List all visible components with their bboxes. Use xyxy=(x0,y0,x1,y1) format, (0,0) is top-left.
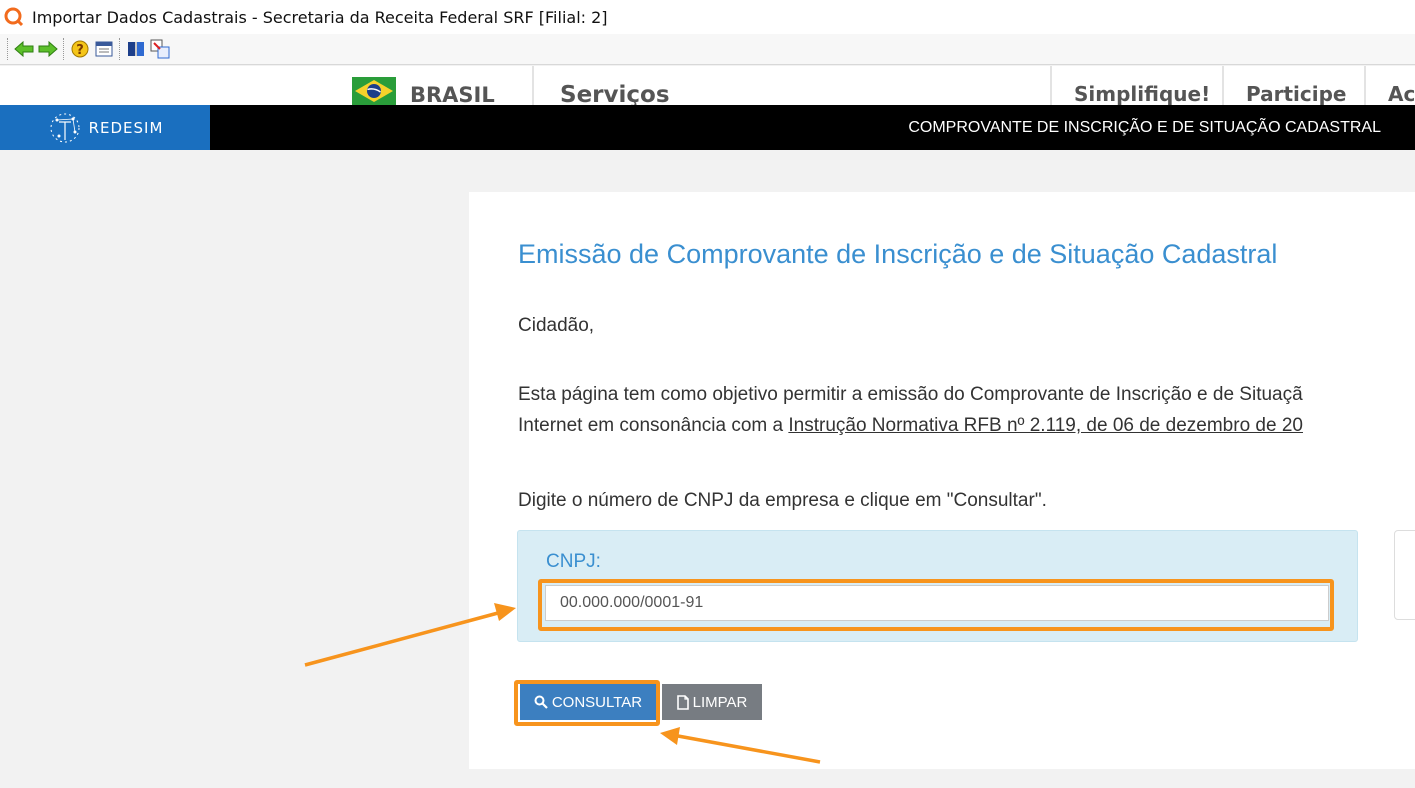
divider xyxy=(1364,66,1366,105)
instruction-text: Digite o número de CNPJ da empresa e cli… xyxy=(518,490,1047,511)
brasil-label: BRASIL xyxy=(410,83,495,105)
description-prefix: Internet em consonância com a xyxy=(518,415,789,436)
instrucao-normativa-link[interactable]: Instrução Normativa RFB nº 2.119, de 06 … xyxy=(788,415,1303,436)
simplifique-label: Simplifique! xyxy=(1074,82,1211,105)
book-icon[interactable] xyxy=(124,37,148,61)
participe-link[interactable]: Participe xyxy=(1246,66,1347,105)
calendar-icon[interactable] xyxy=(92,37,116,61)
forward-arrow-icon[interactable] xyxy=(36,37,60,61)
acesso-link[interactable]: Ac xyxy=(1388,66,1415,105)
window-titlebar: Importar Dados Cadastrais - Secretaria d… xyxy=(0,0,1415,34)
divider xyxy=(532,66,534,105)
cnpj-label: CNPJ: xyxy=(546,551,601,572)
servicos-label: Serviços xyxy=(560,82,670,105)
page-heading: Emissão de Comprovante de Inscrição e de… xyxy=(518,239,1278,269)
simplifique-link[interactable]: Simplifique! xyxy=(1074,66,1210,105)
window-title: Importar Dados Cadastrais - Secretaria d… xyxy=(32,7,608,27)
description-line-2: Internet em consonância com a Instrução … xyxy=(518,415,1303,437)
app-logo-icon xyxy=(4,7,24,27)
cnpj-highlight-box xyxy=(538,579,1334,631)
greeting-text: Cidadão, xyxy=(518,315,595,336)
redesim-bar: REDESIM COMPROVANTE DE INSCRIÇÃO E DE SI… xyxy=(0,105,1415,150)
acesso-label: Ac xyxy=(1388,82,1415,105)
redesim-logo[interactable]: REDESIM xyxy=(0,105,210,150)
divider xyxy=(1050,66,1052,105)
help-icon[interactable]: ? xyxy=(68,37,92,61)
toolbar-separator xyxy=(7,38,9,60)
participe-label: Participe xyxy=(1246,82,1347,105)
redesim-network-icon xyxy=(50,113,80,142)
limpar-label: LIMPAR xyxy=(692,693,748,711)
back-arrow-icon[interactable] xyxy=(12,37,36,61)
svg-text:?: ? xyxy=(76,43,84,58)
brazil-flag-icon xyxy=(352,77,396,105)
page-title: COMPROVANTE DE INSCRIÇÃO E DE SITUAÇÃO C… xyxy=(908,118,1381,136)
limpar-button[interactable]: LIMPAR xyxy=(662,684,762,720)
document-icon xyxy=(676,694,689,710)
captcha-box[interactable] xyxy=(1394,530,1415,620)
brasil-link[interactable]: BRASIL xyxy=(352,66,495,105)
description-line-1: Esta página tem como objetivo permitir a… xyxy=(518,384,1303,405)
servicos-link[interactable]: Serviços xyxy=(560,66,670,105)
toolbar-separator xyxy=(63,38,65,60)
consultar-highlight-box xyxy=(514,680,660,726)
toolbar: ? xyxy=(0,34,1415,65)
divider xyxy=(1222,66,1224,105)
gov-header: BRASIL Serviços Simplifique! Participe A… xyxy=(0,66,1415,105)
toolbar-separator xyxy=(119,38,121,60)
import-icon[interactable] xyxy=(148,37,172,61)
redesim-logo-text: REDESIM xyxy=(88,118,164,137)
